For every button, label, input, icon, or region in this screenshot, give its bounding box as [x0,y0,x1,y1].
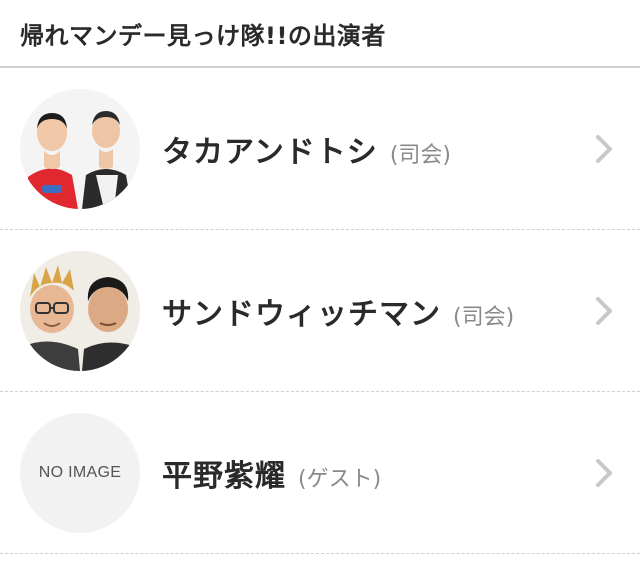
avatar-no-image: NO IMAGE [20,412,140,533]
page-header: 帰れマンデー見っけ隊!!の出演者 [0,0,640,68]
no-image-placeholder: NO IMAGE [38,463,122,481]
cast-name: 平野紫耀 [162,458,286,494]
chevron-right-icon [596,296,612,325]
chevron-right-icon [596,458,612,487]
cast-list: タカアンドトシ (司会) サンドウィッチマン (司会) NO IMAGE 平野紫… [0,68,640,554]
cast-row-taka-and-toshi[interactable]: タカアンドトシ (司会) [0,68,640,230]
cast-name: サンドウィッチマン [162,296,441,332]
cast-name: タカアンドトシ [162,134,378,170]
chevron-right-icon [596,134,612,163]
avatar-taka-and-toshi [20,88,140,209]
cast-name-wrap: サンドウィッチマン (司会) [162,289,592,333]
cast-row-hirano-sho[interactable]: NO IMAGE 平野紫耀 (ゲスト) [0,392,640,554]
cast-name-wrap: 平野紫耀 (ゲスト) [162,451,592,495]
duo-portrait-photo-icon [20,88,140,209]
duo-portrait-photo-icon [20,250,140,371]
cast-name-wrap: タカアンドトシ (司会) [162,127,592,171]
page-title: 帰れマンデー見っけ隊!!の出演者 [20,21,386,50]
cast-role: (司会) [453,304,515,330]
cast-role: (ゲスト) [298,466,382,492]
avatar-sandwichman [20,250,140,371]
cast-row-sandwichman[interactable]: サンドウィッチマン (司会) [0,230,640,392]
cast-role: (司会) [389,142,451,168]
